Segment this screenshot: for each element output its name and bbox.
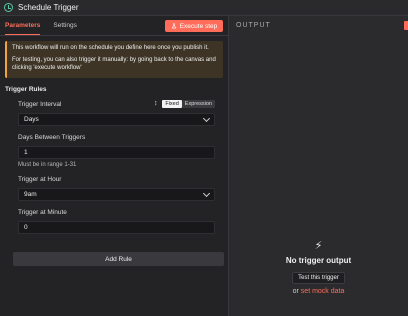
empty-output-state: ⚡ No trigger output Test this trigger or…: [229, 240, 408, 295]
trigger-minute-label: Trigger at Minute: [18, 209, 67, 216]
trigger-hour-select[interactable]: 9am: [18, 188, 215, 201]
no-output-title: No trigger output: [285, 256, 352, 265]
parameters-panel: Parameters Settings Execute step This wo…: [0, 16, 229, 316]
schedule-notice: This workflow will run on the schedule y…: [5, 41, 223, 78]
set-mock-data-link[interactable]: set mock data: [301, 288, 345, 295]
fixed-mode-button[interactable]: Fixed: [162, 100, 182, 108]
chevron-down-icon: [202, 114, 211, 122]
flask-icon: [171, 23, 177, 29]
execute-step-label: Execute step: [179, 22, 218, 30]
mock-data-line: or set mock data: [292, 288, 345, 295]
notice-line-1: This workflow will run on the schedule y…: [12, 45, 209, 51]
title-bar: Schedule Trigger: [0, 0, 408, 16]
notice-line-2: For testing, you can also trigger it man…: [12, 57, 216, 71]
output-edge-handle[interactable]: [404, 21, 408, 30]
mode-toggle: ⋮ Fixed Expression: [153, 100, 215, 108]
days-between-input[interactable]: 1: [18, 146, 215, 159]
clock-icon: [4, 3, 13, 12]
test-trigger-button[interactable]: Test this trigger: [292, 272, 345, 284]
days-between-hint: Must be in range 1-31: [18, 162, 77, 168]
output-header: OUTPUT: [236, 22, 271, 29]
section-title: Trigger Rules: [5, 86, 47, 93]
trigger-minute-input[interactable]: 0: [18, 221, 215, 234]
tab-bar: Parameters Settings Execute step: [0, 16, 228, 36]
add-rule-button[interactable]: Add Rule: [13, 252, 224, 266]
tab-settings[interactable]: Settings: [53, 17, 77, 34]
window-title: Schedule Trigger: [18, 3, 79, 12]
execute-step-button[interactable]: Execute step: [165, 20, 223, 32]
more-options-icon[interactable]: ⋮: [153, 101, 159, 107]
expression-mode-button[interactable]: Expression: [181, 100, 215, 108]
days-between-label: Days Between Triggers: [18, 134, 86, 141]
trigger-interval-field: Trigger Interval ⋮ Fixed Expression Days…: [0, 100, 228, 234]
tab-parameters[interactable]: Parameters: [5, 17, 41, 35]
trigger-interval-select[interactable]: Days: [18, 113, 215, 126]
trigger-interval-label: Trigger Interval ⋮ Fixed Expression: [18, 100, 215, 110]
trigger-hour-label: Trigger at Hour: [18, 176, 62, 183]
lightning-icon: ⚡: [314, 240, 323, 252]
chevron-down-icon: [202, 189, 211, 197]
output-panel: OUTPUT ⚡ No trigger output Test this tri…: [229, 16, 408, 316]
